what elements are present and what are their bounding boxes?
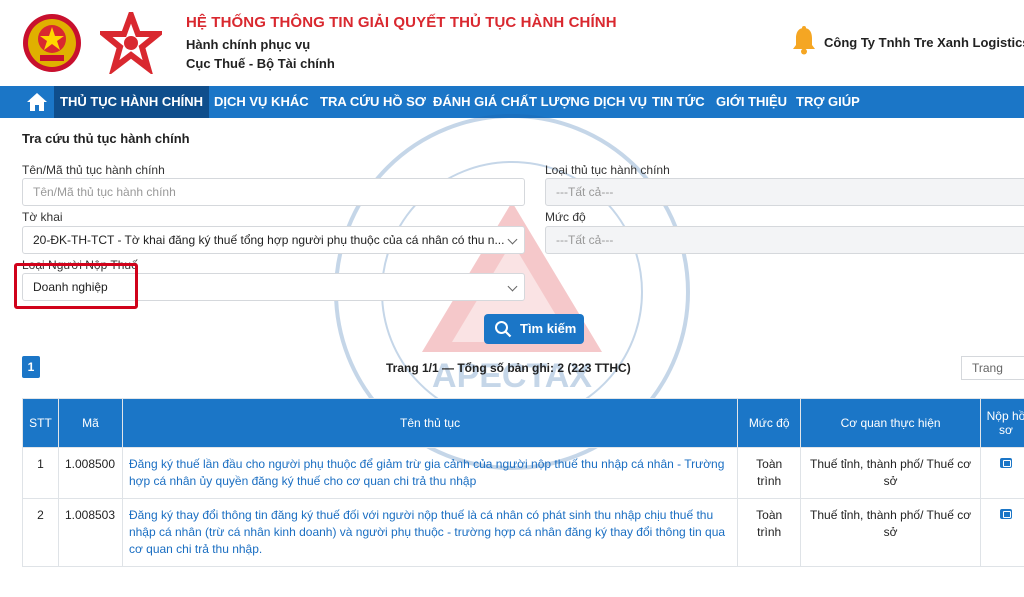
row-submit-cell	[979, 498, 1024, 567]
row-procedure-link[interactable]: Đăng ký thuế lần đầu cho người phụ thuộc…	[121, 447, 739, 499]
declaration-value: 20-ĐK-TH-TCT - Tờ khai đăng ký thuế tổng…	[33, 233, 505, 247]
system-title: HỆ THỐNG THÔNG TIN GIẢI QUYẾT THỦ TỤC HÀ…	[186, 14, 617, 31]
row-level: Toàn trình	[737, 498, 802, 567]
level-label: Mức độ	[545, 210, 586, 224]
nav-item-thu-tuc-hanh-chinh[interactable]: THỦ TỤC HÀNH CHÍNH	[54, 86, 209, 118]
nav-item-tra-cuu-ho-so[interactable]: TRA CỨU HỒ SƠ	[314, 86, 432, 118]
company-name[interactable]: Công Ty Tnhh Tre Xanh Logistics	[824, 35, 1024, 50]
chevron-down-icon	[507, 281, 518, 292]
agency-name: Cục Thuế - Bộ Tài chính	[186, 56, 335, 71]
row-code: 1.008500	[57, 447, 123, 499]
procedure-type-value: ---Tất cả---	[556, 185, 614, 199]
system-subtitle: Hành chính phục vụ	[186, 37, 311, 52]
search-button-label: Tìm kiếm	[520, 321, 577, 336]
page-button-current[interactable]: 1	[22, 356, 40, 378]
search-icon	[495, 321, 512, 338]
declaration-select[interactable]: 20-ĐK-TH-TCT - Tờ khai đăng ký thuế tổng…	[22, 226, 525, 254]
col-header-code: Mã	[57, 398, 123, 448]
row-code: 1.008503	[57, 498, 123, 567]
nav-item-danh-gia-chat-luong[interactable]: ĐÁNH GIÁ CHẤT LƯỢNG DỊCH VỤ	[427, 86, 653, 118]
highlight-annotation-box	[14, 263, 138, 309]
row-agency: Thuế tỉnh, thành phố/ Thuế cơ sở	[800, 498, 981, 567]
procedure-type-select[interactable]: ---Tất cả---	[545, 178, 1024, 206]
nav-item-dich-vu-khac[interactable]: DỊCH VỤ KHÁC	[208, 86, 315, 118]
notification-bell-icon[interactable]	[790, 25, 818, 55]
nav-item-tin-tuc[interactable]: TIN TỨC	[646, 86, 711, 118]
main-navbar: THỦ TỤC HÀNH CHÍNH DỊCH VỤ KHÁC TRA CỨU …	[0, 86, 1024, 118]
page-info: Trang 1/1 — Tổng số bản ghi: 2 (223 TTHC…	[386, 361, 631, 375]
national-emblem-icon	[23, 14, 81, 72]
row-level: Toàn trình	[737, 447, 802, 499]
level-select[interactable]: ---Tất cả---	[545, 226, 1024, 254]
declaration-label: Tờ khai	[22, 210, 63, 224]
table-header-row: STT Mã Tên thủ tục Mức độ Cơ quan thực h…	[22, 398, 1024, 448]
submit-folder-icon[interactable]	[999, 509, 1012, 519]
procedure-name-label: Tên/Mã thủ tục hành chính	[22, 163, 165, 177]
col-header-stt: STT	[22, 398, 59, 448]
search-button[interactable]: Tìm kiếm	[484, 314, 584, 344]
procedures-table: STT Mã Tên thủ tục Mức độ Cơ quan thực h…	[22, 398, 1024, 567]
row-procedure-link[interactable]: Đăng ký thay đổi thông tin đăng ký thuế …	[121, 498, 739, 567]
row-stt: 2	[22, 498, 59, 567]
chevron-down-icon	[507, 234, 518, 245]
search-section-title: Tra cứu thủ tục hành chính	[22, 131, 190, 146]
row-submit-cell	[979, 447, 1024, 499]
col-header-level: Mức độ	[737, 398, 802, 448]
table-row: 1 1.008500 Đăng ký thuế lần đầu cho ngườ…	[22, 447, 1024, 499]
nav-item-tro-giup[interactable]: TRỢ GIÚP	[790, 86, 866, 118]
procedure-type-label: Loại thủ tục hành chính	[545, 163, 670, 177]
submit-folder-icon[interactable]	[999, 458, 1012, 468]
table-row: 2 1.008503 Đăng ký thay đổi thông tin đă…	[22, 498, 1024, 567]
tax-department-logo-icon	[100, 12, 162, 74]
row-stt: 1	[22, 447, 59, 499]
row-agency: Thuế tỉnh, thành phố/ Thuế cơ sở	[800, 447, 981, 499]
site-header: HỆ THỐNG THÔNG TIN GIẢI QUYẾT THỦ TỤC HÀ…	[0, 0, 1024, 86]
level-value: ---Tất cả---	[556, 233, 614, 247]
page-jump-select[interactable]: Trang	[961, 356, 1024, 380]
home-icon[interactable]	[26, 92, 48, 112]
col-header-name: Tên thủ tục	[121, 398, 739, 448]
procedure-name-input[interactable]: Tên/Mã thủ tục hành chính	[22, 178, 525, 206]
col-header-submit: Nộp hồ sơ	[979, 398, 1024, 448]
nav-item-gioi-thieu[interactable]: GIỚI THIỆU	[710, 86, 793, 118]
col-header-agency: Cơ quan thực hiện	[800, 398, 981, 448]
